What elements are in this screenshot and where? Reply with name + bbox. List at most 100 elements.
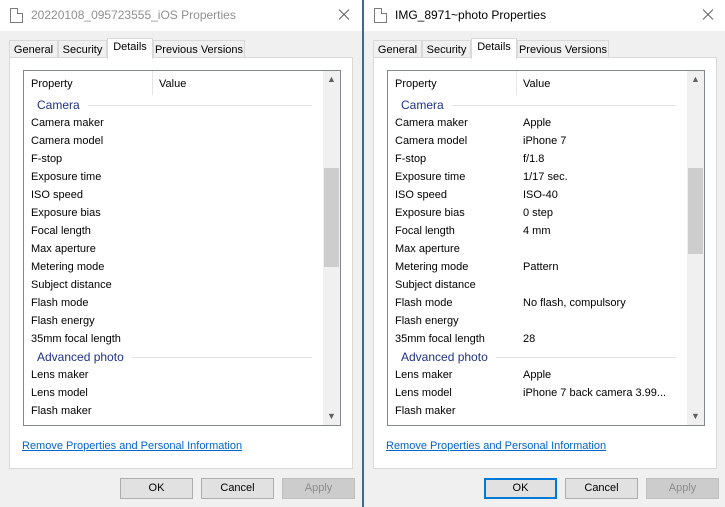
property-name: Exposure bias: [395, 207, 465, 219]
group-header[interactable]: Advanced photo: [24, 348, 322, 366]
tab-details[interactable]: Details: [107, 38, 153, 59]
property-row[interactable]: Flash mode: [24, 294, 322, 312]
property-rows: Camera Camera maker Camera model F-stop Expo…: [24, 96, 322, 420]
title-bar[interactable]: IMG_8971~photo Properties: [364, 0, 725, 31]
property-row[interactable]: 35mm focal length: [24, 330, 322, 348]
file-icon: [10, 8, 23, 23]
vertical-scrollbar[interactable]: ▲ ▼: [687, 71, 704, 425]
tab-security[interactable]: Security: [422, 40, 471, 58]
property-row[interactable]: Max aperture: [24, 240, 322, 258]
remove-properties-link[interactable]: Remove Properties and Personal Informati…: [386, 440, 606, 452]
column-header-property[interactable]: Property: [31, 78, 73, 90]
property-row[interactable]: Flash energy: [24, 312, 322, 330]
chevron-down-icon[interactable]: ▼: [687, 408, 704, 425]
chevron-down-icon[interactable]: ▼: [323, 408, 340, 425]
cancel-button[interactable]: Cancel: [565, 478, 638, 499]
group-header[interactable]: Advanced photo: [388, 348, 686, 366]
property-row[interactable]: 35mm focal length 28: [388, 330, 686, 348]
column-header-value[interactable]: Value: [159, 78, 186, 90]
group-header[interactable]: Camera: [388, 96, 686, 114]
property-row[interactable]: Flash mode No flash, compulsory: [388, 294, 686, 312]
property-value[interactable]: iPhone 7 back camera 3.99...: [523, 387, 666, 399]
apply-button[interactable]: Apply: [646, 478, 719, 499]
property-row[interactable]: Focal length: [24, 222, 322, 240]
property-row[interactable]: Camera model iPhone 7: [388, 132, 686, 150]
column-header-property[interactable]: Property: [395, 78, 437, 90]
property-row[interactable]: Max aperture: [388, 240, 686, 258]
cancel-button[interactable]: Cancel: [201, 478, 274, 499]
property-row[interactable]: Exposure time: [24, 168, 322, 186]
property-value[interactable]: Pattern: [523, 261, 558, 273]
property-value[interactable]: iPhone 7: [523, 135, 566, 147]
column-divider[interactable]: [152, 71, 153, 95]
properties-list[interactable]: Property Value Camera Camera maker Apple Ca…: [387, 70, 705, 426]
property-name: Flash mode: [31, 297, 89, 309]
group-header-label: Camera: [401, 98, 444, 112]
property-value[interactable]: Apple: [523, 117, 551, 129]
ok-button[interactable]: OK: [484, 478, 557, 499]
chevron-up-icon[interactable]: ▲: [323, 71, 340, 88]
property-row[interactable]: Camera model: [24, 132, 322, 150]
property-row[interactable]: Exposure time 1/17 sec.: [388, 168, 686, 186]
remove-properties-link[interactable]: Remove Properties and Personal Informati…: [22, 440, 242, 452]
property-name: Camera model: [31, 135, 104, 147]
property-row[interactable]: Subject distance: [388, 276, 686, 294]
property-value[interactable]: 0 step: [523, 207, 553, 219]
group-header-line: [452, 105, 676, 106]
property-value[interactable]: 28: [523, 333, 535, 345]
property-row[interactable]: F-stop f/1.8: [388, 150, 686, 168]
column-header-value[interactable]: Value: [523, 78, 550, 90]
property-value[interactable]: f/1.8: [523, 153, 544, 165]
property-row[interactable]: Flash energy: [388, 312, 686, 330]
property-row[interactable]: Lens maker: [24, 366, 322, 384]
property-name: F-stop: [31, 153, 63, 165]
property-value[interactable]: Apple: [523, 369, 551, 381]
property-value[interactable]: No flash, compulsory: [523, 297, 626, 309]
scrollbar-thumb[interactable]: [688, 168, 703, 254]
property-value[interactable]: ISO-40: [523, 189, 558, 201]
property-row[interactable]: Lens model iPhone 7 back camera 3.99...: [388, 384, 686, 402]
property-row[interactable]: Focal length 4 mm: [388, 222, 686, 240]
property-value[interactable]: 1/17 sec.: [523, 171, 568, 183]
group-header-label: Advanced photo: [401, 350, 488, 364]
title-bar[interactable]: 20220108_095723555_iOS Properties: [0, 0, 362, 31]
column-divider[interactable]: [516, 71, 517, 95]
property-row[interactable]: Camera maker Apple: [388, 114, 686, 132]
tab-general[interactable]: General: [9, 40, 58, 58]
property-row[interactable]: Exposure bias 0 step: [388, 204, 686, 222]
property-row[interactable]: Lens model: [24, 384, 322, 402]
property-row[interactable]: Flash maker: [24, 402, 322, 420]
window-title: 20220108_095723555_iOS Properties: [31, 8, 236, 22]
property-name: 35mm focal length: [395, 333, 485, 345]
ok-button[interactable]: OK: [120, 478, 193, 499]
property-row[interactable]: Camera maker: [24, 114, 322, 132]
tab-previous-versions[interactable]: Previous Versions: [153, 40, 245, 58]
property-row[interactable]: Exposure bias: [24, 204, 322, 222]
tab-previous-versions[interactable]: Previous Versions: [517, 40, 609, 58]
group-header[interactable]: Camera: [24, 96, 322, 114]
close-icon[interactable]: [696, 4, 720, 26]
property-value[interactable]: 4 mm: [523, 225, 551, 237]
details-panel: Property Value Camera Camera maker Camera …: [9, 57, 353, 469]
property-row[interactable]: Subject distance: [24, 276, 322, 294]
property-name: F-stop: [395, 153, 427, 165]
property-name: Lens model: [395, 387, 452, 399]
property-name: Flash energy: [395, 315, 459, 327]
vertical-scrollbar[interactable]: ▲ ▼: [323, 71, 340, 425]
property-row[interactable]: Lens maker Apple: [388, 366, 686, 384]
window-title: IMG_8971~photo Properties: [395, 8, 547, 22]
property-row[interactable]: Flash maker: [388, 402, 686, 420]
tab-details[interactable]: Details: [471, 38, 517, 59]
property-row[interactable]: Metering mode Pattern: [388, 258, 686, 276]
property-row[interactable]: F-stop: [24, 150, 322, 168]
properties-list[interactable]: Property Value Camera Camera maker Camera …: [23, 70, 341, 426]
tab-security[interactable]: Security: [58, 40, 107, 58]
tab-general[interactable]: General: [373, 40, 422, 58]
chevron-up-icon[interactable]: ▲: [687, 71, 704, 88]
property-row[interactable]: ISO speed: [24, 186, 322, 204]
close-icon[interactable]: [332, 4, 356, 26]
property-row[interactable]: ISO speed ISO-40: [388, 186, 686, 204]
property-row[interactable]: Metering mode: [24, 258, 322, 276]
scrollbar-thumb[interactable]: [324, 168, 339, 267]
apply-button[interactable]: Apply: [282, 478, 355, 499]
